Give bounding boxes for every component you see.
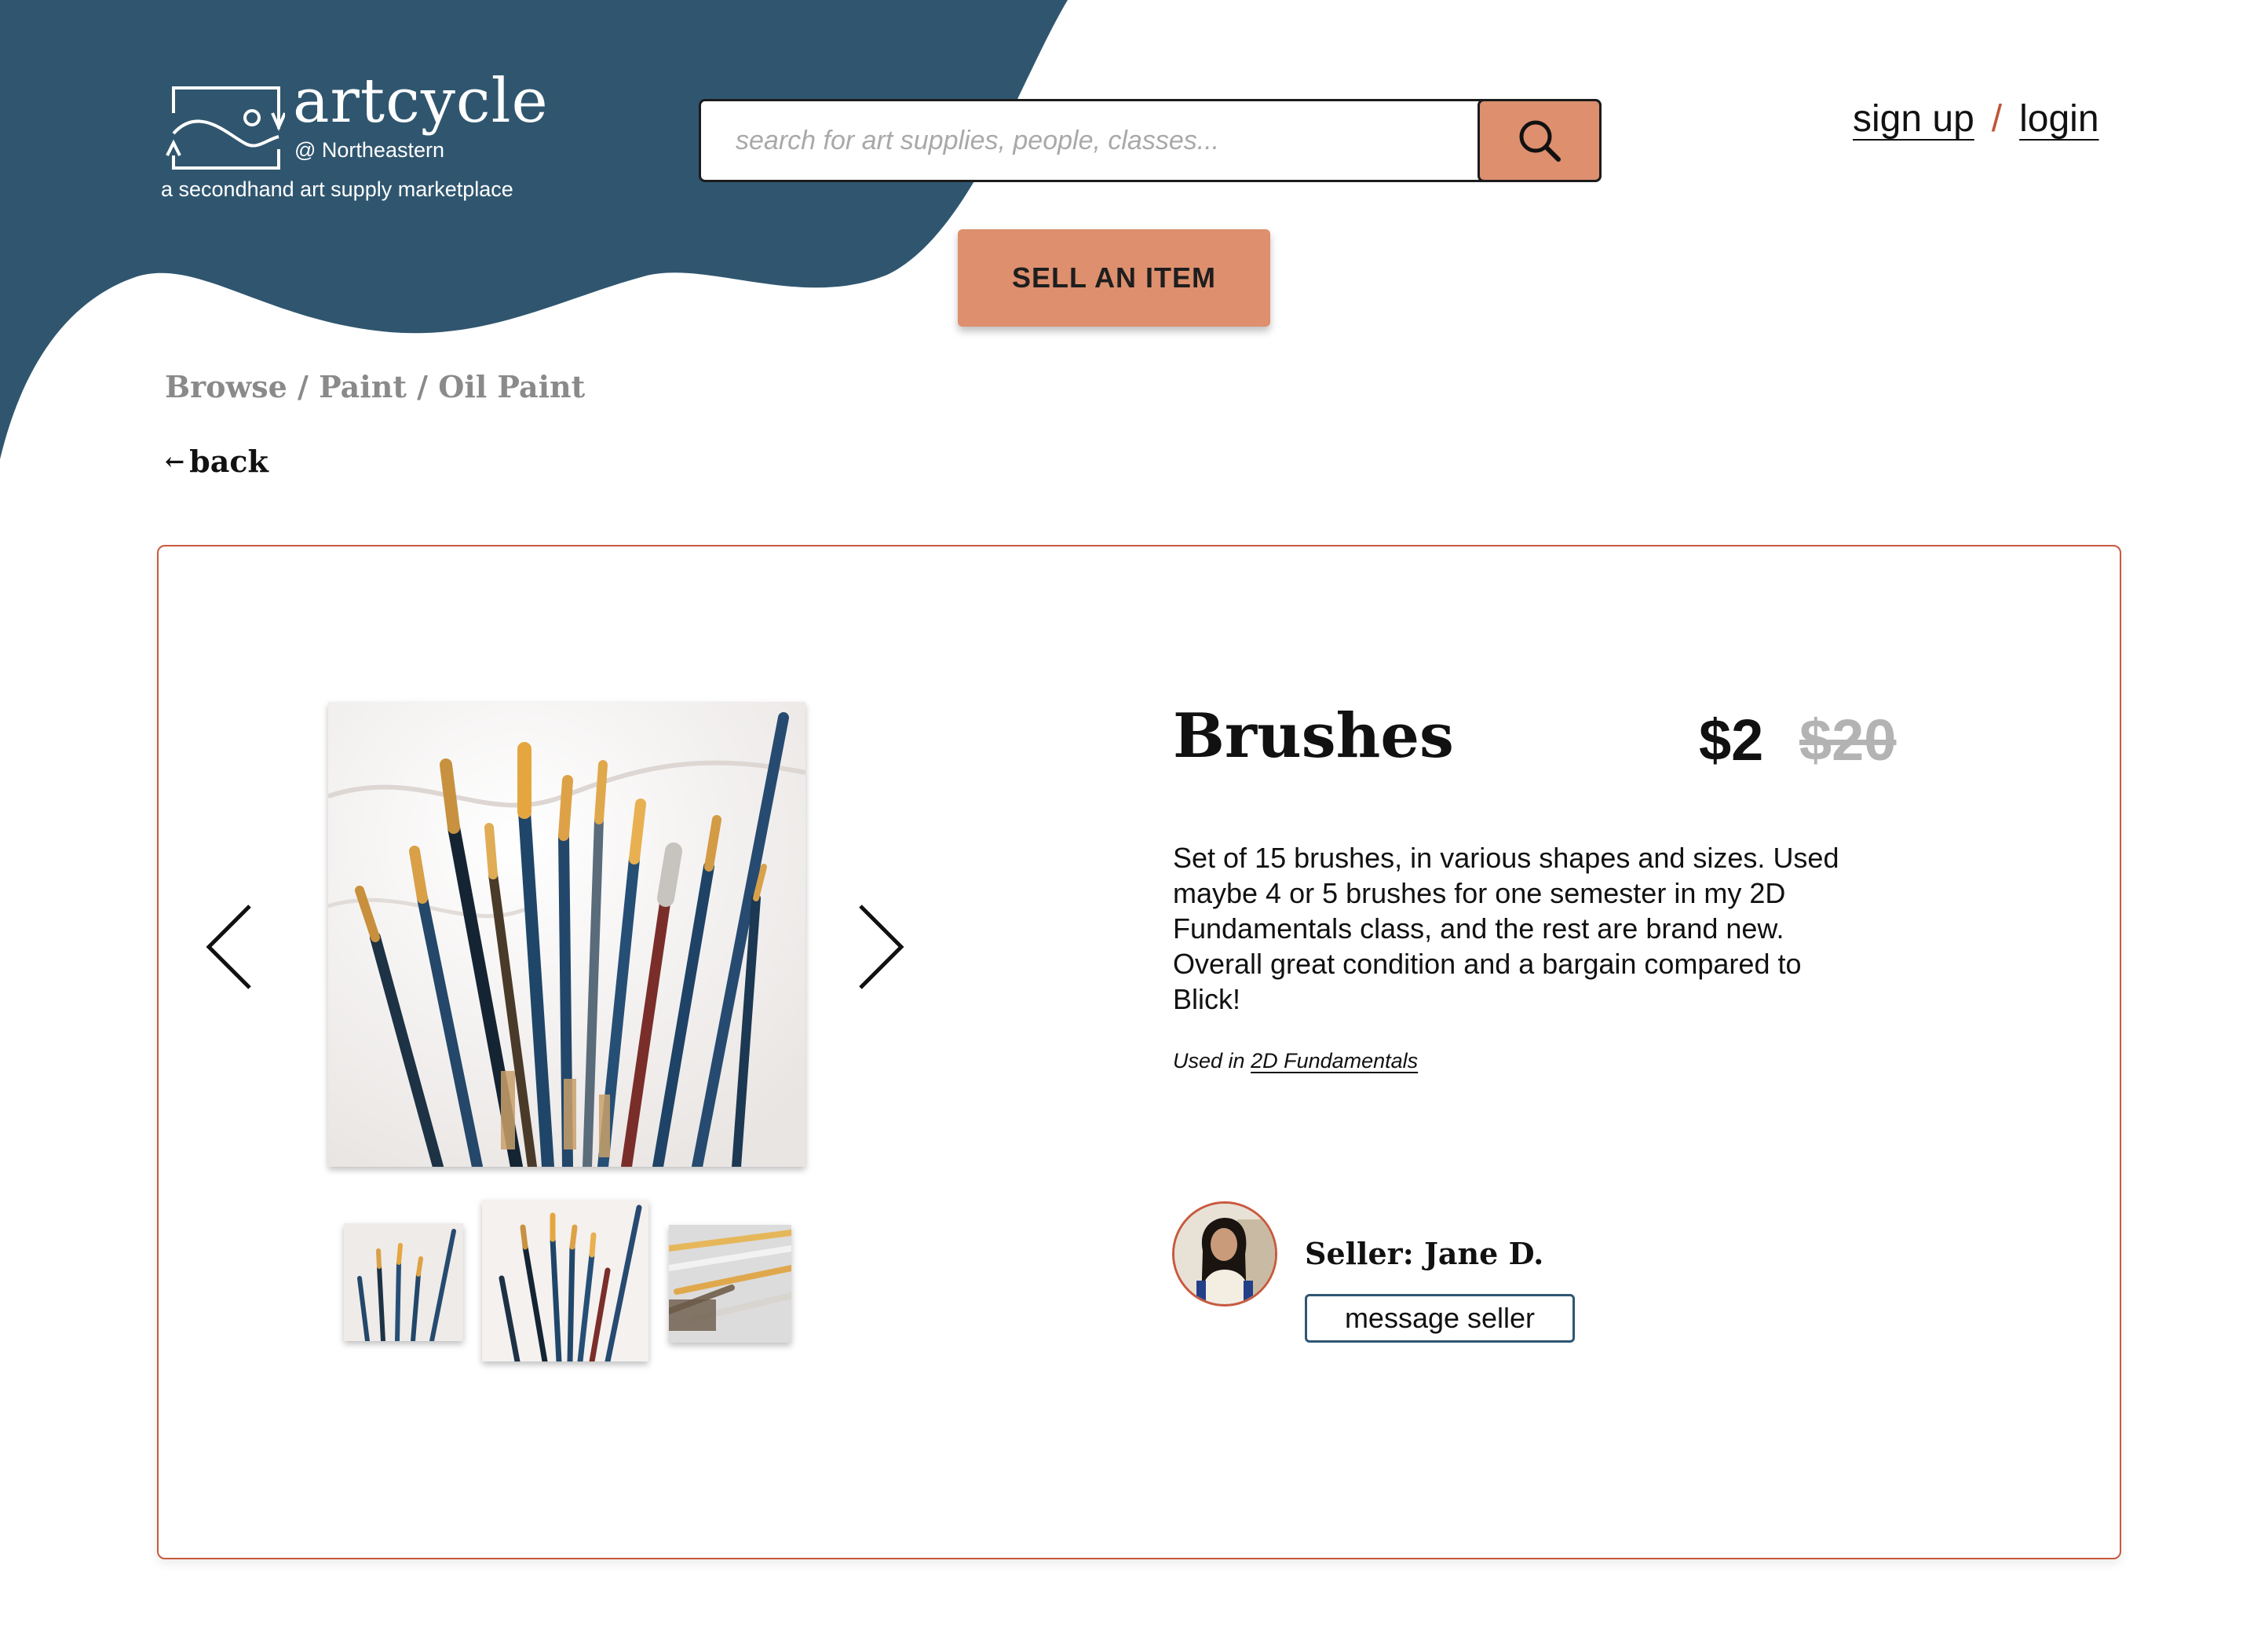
product-main-image	[328, 702, 805, 1167]
login-link[interactable]: login	[2019, 98, 2098, 140]
tagline: a secondhand art supply marketplace	[161, 177, 513, 201]
product-price: $2	[1699, 707, 1764, 773]
auth-links: sign up / login	[1853, 97, 2099, 141]
logo-mark-icon	[166, 86, 285, 170]
breadcrumb[interactable]: Browse / Paint / Oil Paint	[165, 369, 585, 404]
sell-item-button[interactable]: SELL AN ITEM	[958, 229, 1270, 327]
class-link[interactable]: 2D Fundamentals	[1251, 1049, 1418, 1073]
message-seller-button[interactable]: message seller	[1305, 1294, 1575, 1343]
logo-name: artcycle	[293, 66, 549, 137]
used-in-prefix: Used in	[1173, 1049, 1245, 1073]
product-thumbnail-selected[interactable]	[482, 1200, 648, 1361]
arrow-left-icon: ←	[165, 448, 185, 476]
product-thumbnail[interactable]	[344, 1223, 463, 1341]
back-link[interactable]: ← back	[165, 444, 268, 479]
search-input[interactable]	[701, 101, 1486, 180]
carousel-next-icon[interactable]	[856, 903, 906, 991]
product-title: Brushes	[1173, 700, 1454, 772]
auth-separator: /	[1991, 98, 2003, 140]
seller-name: Seller: Jane D.	[1305, 1236, 1544, 1271]
used-in-class: Used in 2D Fundamentals	[1173, 1049, 1418, 1073]
logo-location: @ Northeastern	[294, 138, 444, 162]
seller-photo	[1174, 1204, 1275, 1304]
seller-avatar[interactable]	[1172, 1201, 1277, 1307]
product-original-price: $20	[1799, 707, 1897, 773]
search-icon	[1519, 120, 1561, 162]
search-button[interactable]	[1478, 99, 1602, 182]
product-thumbnail[interactable]	[669, 1225, 791, 1343]
product-description: Set of 15 brushes, in various shapes and…	[1173, 842, 1839, 1015]
search-bar	[699, 99, 1602, 182]
carousel-prev-icon[interactable]	[204, 903, 254, 991]
signup-link[interactable]: sign up	[1853, 98, 1974, 140]
back-label: back	[189, 444, 268, 479]
